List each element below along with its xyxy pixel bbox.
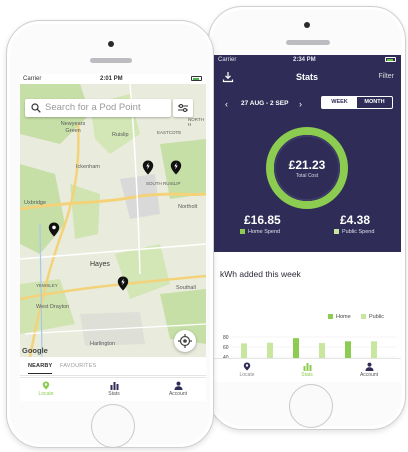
front-phone-camera (108, 41, 114, 47)
total-cost-label: Total Cost (295, 173, 319, 179)
bar-chart-icon (303, 363, 311, 371)
search-input[interactable]: Search for a Pod Point (25, 99, 171, 117)
map-label-south-ruislip: SOUTH RUISLIP (146, 181, 181, 186)
tab-stats-label: Stats (108, 391, 120, 397)
y-tick-label: 80 (223, 335, 229, 341)
map-label-southall: Southall (176, 285, 196, 291)
status-time: 2:01 PM (100, 76, 123, 82)
map-label-north-h: NORTH H (188, 117, 204, 127)
map-label-yewsley: YEWSLEY (36, 283, 58, 288)
status-carrier: Carrier (23, 76, 42, 82)
map-label-uxbridge: Uxbridge (24, 200, 47, 206)
kwh-bar-chart: 806040 (223, 335, 397, 363)
search-icon (31, 103, 41, 113)
sliders-icon (178, 104, 188, 112)
tab-account-label: Account (359, 372, 379, 378)
map-terrain (20, 84, 206, 357)
home-spend-value: £16.85 (244, 213, 281, 227)
battery-icon (191, 76, 202, 82)
home-spend-label-row: Home Spend (240, 229, 280, 235)
public-spend-label-row: Public Spend (334, 229, 374, 235)
map-label-ruislip: Ruislip (112, 132, 129, 138)
tab-locate[interactable]: Locate (227, 362, 267, 378)
bottom-tab-bar: Locate Stats Account (20, 377, 206, 401)
pod-point-marker-icon[interactable] (117, 276, 129, 291)
tab-favourites[interactable]: FAVOURITES (60, 363, 96, 369)
tab-stats[interactable]: Stats (94, 381, 134, 397)
public-swatch (334, 229, 339, 235)
active-tab-underline (28, 373, 52, 374)
total-cost-value: £21.23 (288, 158, 326, 172)
segment-month[interactable]: MONTH (357, 97, 392, 108)
google-logo: Google (22, 346, 48, 355)
public-spend-value: £4.38 (340, 213, 371, 227)
back-phone-home-button[interactable] (289, 384, 333, 428)
pod-point-marker-icon[interactable] (170, 160, 182, 175)
tab-stats-label: Stats (301, 372, 313, 378)
date-range: 27 AUG - 2 SEP (241, 100, 289, 107)
tab-locate-label: Locate (239, 372, 255, 378)
tab-account-label: Account (168, 391, 188, 397)
bottom-tab-bar: Locate Stats Account (213, 358, 401, 382)
map-label-west-drayton: West Drayton (36, 304, 70, 310)
filter-button[interactable] (173, 99, 193, 117)
front-phone-speaker (90, 58, 132, 63)
map-view[interactable]: Search for a Pod Point Newyears Green Ru… (20, 84, 206, 357)
map-label-northolt: Northolt (178, 204, 198, 210)
location-pin-icon (243, 362, 251, 371)
tab-nearby[interactable]: NEARBY (28, 363, 52, 369)
tab-account[interactable]: Account (349, 362, 389, 378)
list-tabs: NEARBY FAVOURITES (20, 357, 206, 375)
tab-stats[interactable]: Stats (287, 362, 327, 378)
kwh-section-title: kWh added this week (220, 269, 301, 279)
pod-point-marker-icon[interactable] (48, 222, 60, 237)
tab-locate[interactable]: Locate (26, 381, 66, 397)
chevron-right-icon[interactable]: › (299, 99, 302, 109)
filter-button[interactable]: Filter (378, 73, 394, 80)
person-icon (174, 381, 182, 390)
period-segmented-control: WEEK MONTH (321, 96, 393, 109)
pod-point-marker-icon[interactable] (142, 160, 154, 175)
map-label-ickenham: Ickenham (76, 164, 100, 170)
bar-chart-icon (110, 382, 118, 390)
chevron-left-icon[interactable]: ‹ (225, 99, 228, 109)
segment-week[interactable]: WEEK (322, 97, 357, 108)
map-label-harlington: Harlington (90, 341, 116, 347)
search-placeholder: Search for a Pod Point (45, 102, 141, 113)
map-label-newyears-green: Newyears Green (60, 121, 86, 134)
page-title: Stats (295, 72, 318, 82)
stats-screen: Carrier 2:34 PM Stats Filter ‹ 27 AUG - … (213, 55, 401, 382)
status-time: 2:34 PM (293, 57, 316, 63)
my-location-button[interactable] (174, 330, 196, 352)
home-swatch (240, 229, 245, 235)
map-label-eastcote: EASTCOTE (157, 130, 182, 135)
back-phone-camera (304, 22, 310, 28)
location-pin-icon (42, 381, 50, 390)
front-phone-home-button[interactable] (91, 404, 135, 448)
status-carrier: Carrier (218, 57, 237, 63)
crosshair-icon (178, 334, 192, 348)
y-tick-label: 60 (223, 345, 229, 351)
map-label-hayes: Hayes (90, 261, 110, 268)
map-screen: Carrier 2:01 PM Search for a Pod Point N… (20, 74, 206, 401)
battery-icon (385, 57, 396, 63)
home-spend-label: Home Spend (248, 229, 281, 235)
public-spend-label: Public Spend (342, 229, 375, 235)
tab-locate-label: Locate (38, 391, 54, 397)
tab-account[interactable]: Account (158, 381, 198, 397)
divider (20, 375, 206, 376)
stats-header-panel: Carrier 2:34 PM Stats Filter ‹ 27 AUG - … (213, 55, 401, 252)
person-icon (365, 362, 373, 371)
back-phone-speaker (286, 40, 330, 45)
